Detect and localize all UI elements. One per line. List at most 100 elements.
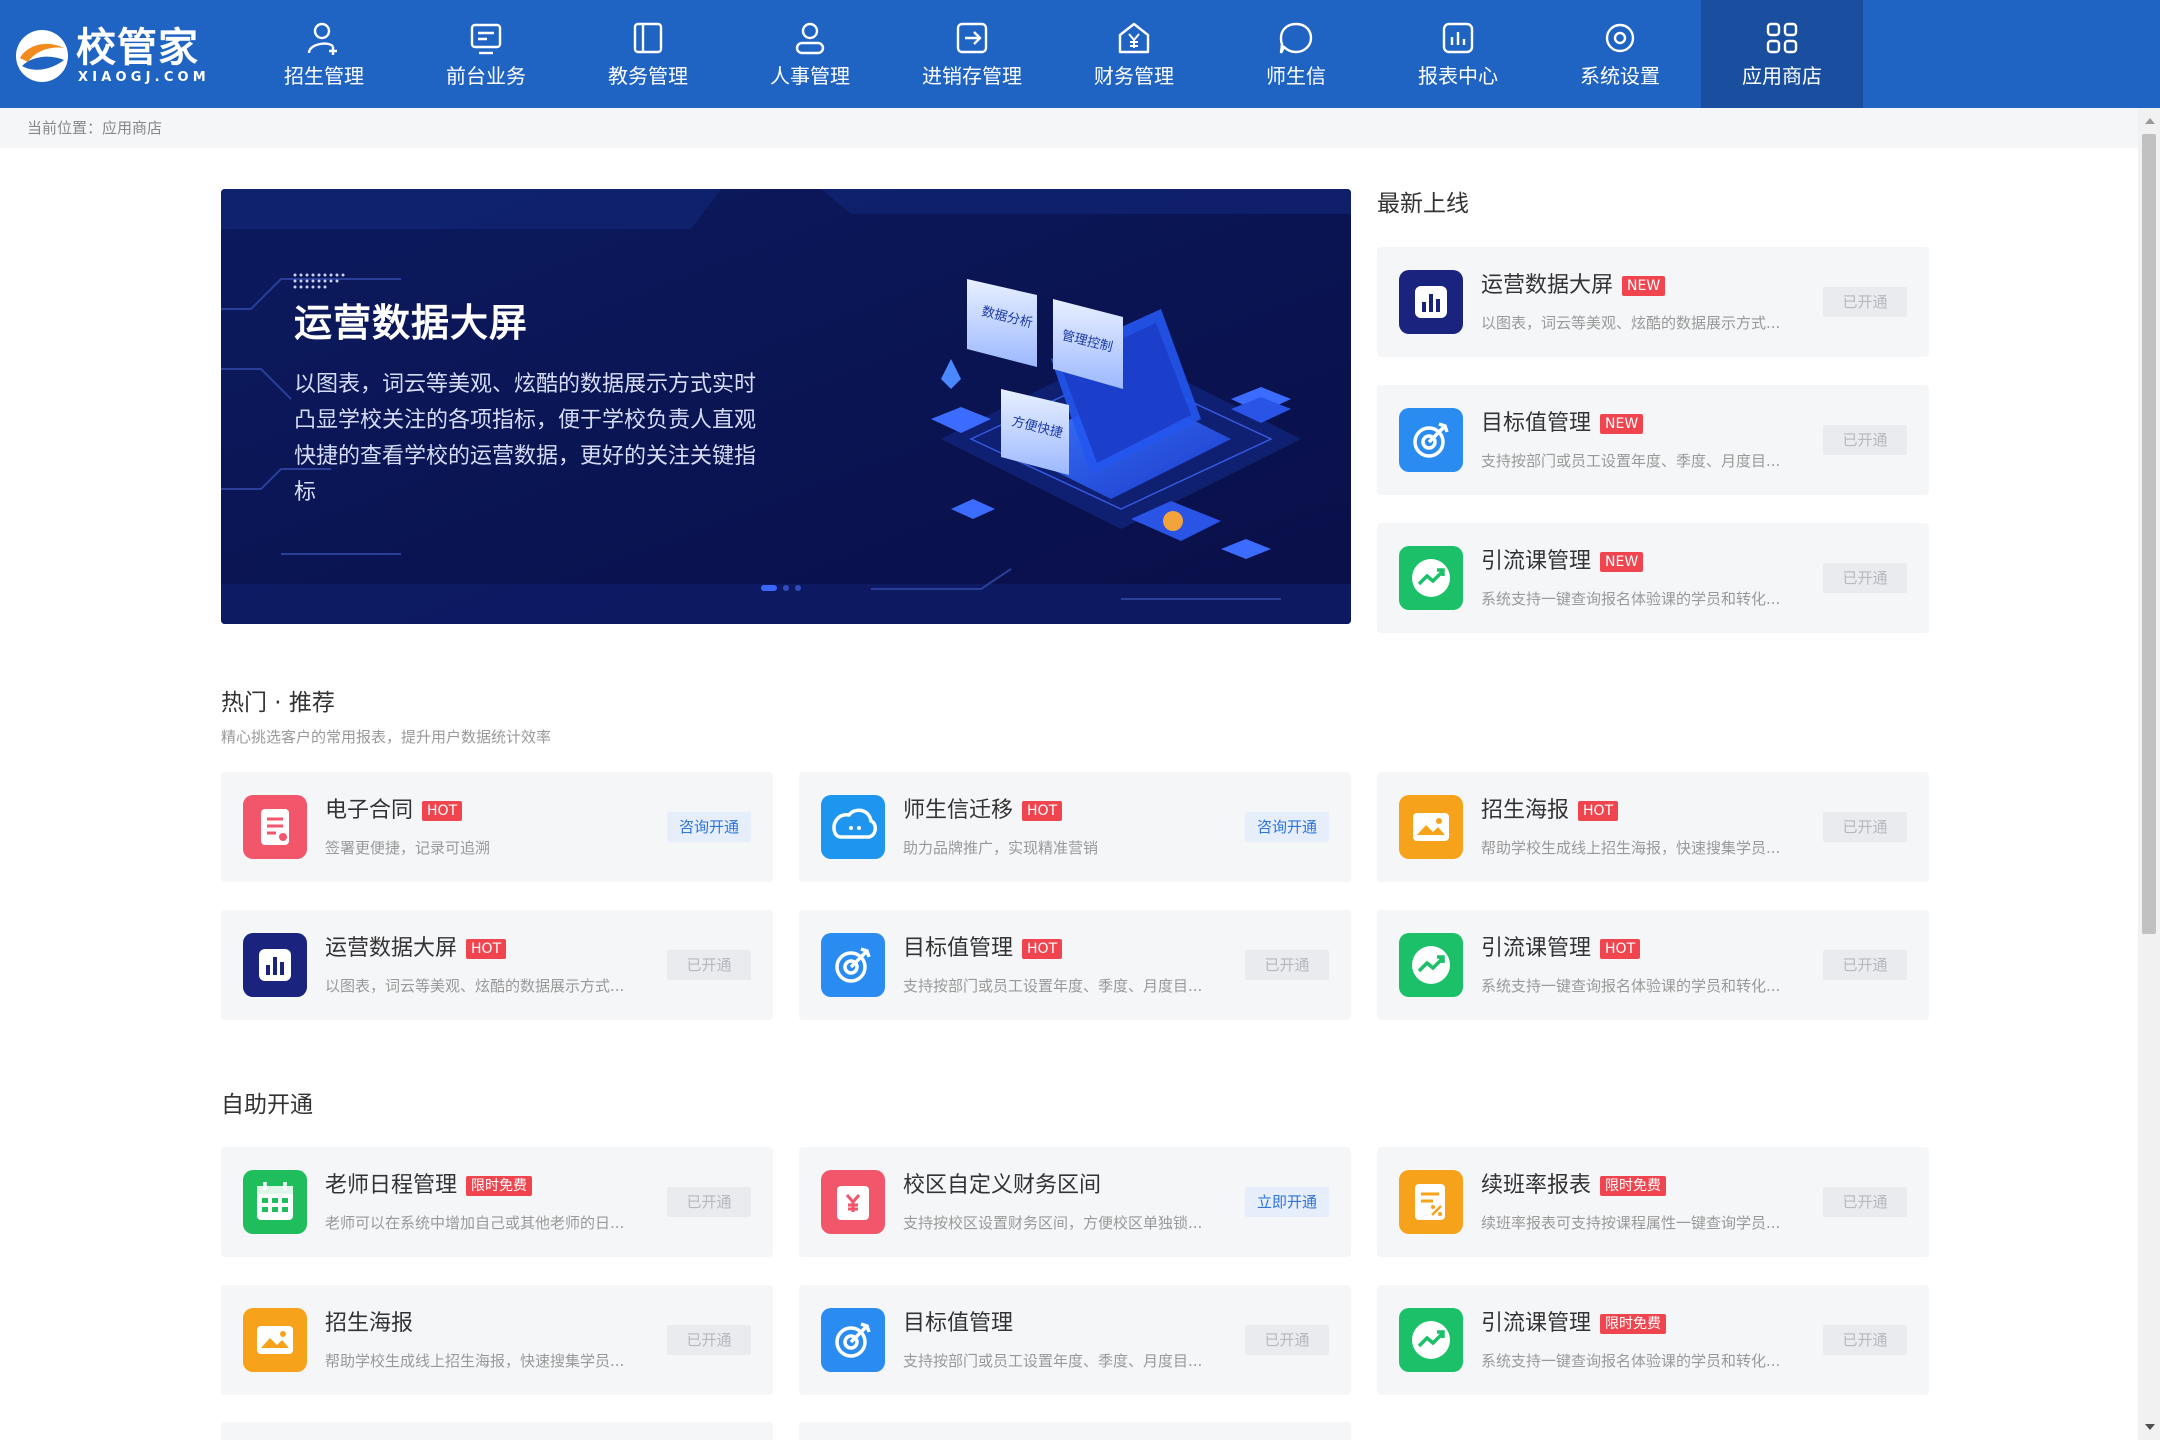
app-title: 运营数据大屏 [325,936,458,961]
nav-item-person[interactable]: 人事管理 [729,0,891,108]
app-action-button[interactable]: 已开通 [1823,287,1907,317]
nav-item-book[interactable]: 教务管理 [567,0,729,108]
app-title-row: 目标值管理 [903,1309,1013,1339]
app-title: 引流课管理 [1481,1311,1592,1336]
app-tag: HOT [1578,801,1619,821]
trend-icon [1399,1308,1463,1372]
app-card[interactable]: 运营数据大屏 NEW 以图表，词云等美观、炫酷的数据展示方式... 已开通 [1377,247,1929,357]
app-card[interactable]: 老师日程管理 限时免费 老师可以在系统中增加自己或其他老师的日... 已开通 [221,1147,773,1257]
app-card[interactable]: 引流课管理 NEW 系统支持一键查询报名体验课的学员和转化... 已开通 [1377,523,1929,633]
scroll-up-arrow-icon[interactable] [2145,118,2155,124]
app-action-button[interactable]: 已开通 [667,1325,751,1355]
app-card-partial[interactable] [221,1422,773,1440]
app-card[interactable]: 运营数据大屏 HOT 以图表，词云等美观、炫酷的数据展示方式... 已开通 [221,910,773,1020]
app-icon [1399,1170,1463,1234]
scroll-thumb[interactable] [2142,134,2156,934]
app-action-button[interactable]: 已开通 [1245,950,1329,980]
app-card-partial[interactable] [799,1422,1351,1440]
brand-logo[interactable]: 校管家 XIAOGJ.COM [14,24,214,88]
percent-report-icon [1399,1170,1463,1234]
app-title-row: 引流课管理 HOT [1481,934,1641,964]
target-icon [1399,408,1463,472]
app-title: 校区自定义财务区间 [903,1173,1102,1198]
app-tag: 限时免费 [1600,1176,1667,1196]
app-icon [1399,408,1463,472]
featured-banner[interactable]: 运营数据大屏 以图表，词云等美观、炫酷的数据展示方式实时凸显学校关注的各项指标，… [221,189,1351,624]
app-card[interactable]: 电子合同 HOT 签署更便捷，记录可追溯 咨询开通 [221,772,773,882]
app-card[interactable]: 师生信迁移 HOT 助力品牌推广，实现精准营销 咨询开通 [799,772,1351,882]
app-action-button[interactable]: 已开通 [1823,425,1907,455]
nav-item-yuan-house[interactable]: 财务管理 [1053,0,1215,108]
banner-page-dot[interactable] [761,585,777,591]
app-card[interactable]: 招生海报 帮助学校生成线上招生海报，快速搜集学员... 已开通 [221,1285,773,1395]
app-tag: 限时免费 [466,1176,533,1196]
app-tag: NEW [1600,414,1644,434]
app-card[interactable]: 目标值管理 NEW 支持按部门或员工设置年度、季度、月度目... 已开通 [1377,385,1929,495]
nav-item-monitor[interactable]: 前台业务 [405,0,567,108]
app-action-button[interactable]: 已开通 [1823,1325,1907,1355]
app-title-row: 续班率报表 限时免费 [1481,1171,1667,1201]
app-card[interactable]: 校区自定义财务区间 支持按校区设置财务区间，方便校区单独锁... 立即开通 [799,1147,1351,1257]
trend-icon [1399,546,1463,610]
app-action-button[interactable]: 已开通 [1823,950,1907,980]
inventory-icon [953,19,991,57]
app-card[interactable]: 目标值管理 HOT 支持按部门或员工设置年度、季度、月度目... 已开通 [799,910,1351,1020]
app-tag: NEW [1622,276,1666,296]
nav-item-app-grid[interactable]: 应用商店 [1701,0,1863,108]
app-icon [1399,270,1463,334]
nav-item-user-plus[interactable]: 招生管理 [243,0,405,108]
app-card[interactable]: 引流课管理 限时免费 系统支持一键查询报名体验课的学员和转化... 已开通 [1377,1285,1929,1395]
app-title-row: 目标值管理 HOT [903,934,1063,964]
book-icon [629,19,667,57]
user-plus-icon [305,19,343,57]
app-action-button[interactable]: 立即开通 [1245,1187,1329,1217]
app-title: 目标值管理 [1481,411,1592,436]
top-navigation-bar: 校管家 XIAOGJ.COM 招生管理 前台业务 教务管理 人事管理 进销存管理 财务管理… [0,0,2160,108]
app-action-button[interactable]: 咨询开通 [1245,812,1329,842]
banner-page-dot[interactable] [795,585,801,591]
app-action-button[interactable]: 咨询开通 [667,812,751,842]
nav-item-label: 财务管理 [1094,64,1174,88]
logo-mark-icon [16,30,68,82]
nav-item-settings[interactable]: 系统设置 [1539,0,1701,108]
app-description: 支持按部门或员工设置年度、季度、月度目... [1481,452,1781,470]
nav-item-inventory[interactable]: 进销存管理 [891,0,1053,108]
app-icon [1399,933,1463,997]
message-cloud-icon [821,795,885,859]
nav-item-chat[interactable]: 师生信 [1215,0,1377,108]
banner-page-dot[interactable] [783,585,789,591]
app-icon [1399,795,1463,859]
app-card[interactable]: 目标值管理 支持按部门或员工设置年度、季度、月度目... 已开通 [799,1285,1351,1395]
app-action-button[interactable]: 已开通 [1823,563,1907,593]
nav-item-label: 招生管理 [284,64,364,88]
app-action-button[interactable]: 已开通 [667,1187,751,1217]
app-action-button[interactable]: 已开通 [1823,1187,1907,1217]
app-icon [821,1308,885,1372]
app-grid-icon [1763,19,1801,57]
app-title: 电子合同 [325,798,414,823]
app-action-button[interactable]: 已开通 [667,950,751,980]
app-title-row: 校区自定义财务区间 [903,1171,1101,1201]
breadcrumb: 当前位置：应用商店 [0,108,2138,148]
poster-icon [243,1308,307,1372]
app-card[interactable]: 招生海报 HOT 帮助学校生成线上招生海报，快速搜集学员... 已开通 [1377,772,1929,882]
app-card[interactable]: 续班率报表 限时免费续班率报表可支持按课程属性一键查询学员... 已开通 [1377,1147,1929,1257]
app-description: 续班率报表可支持按课程属性一键查询学员... [1481,1214,1781,1232]
app-description: 以图表，词云等美观、炫酷的数据展示方式... [1481,314,1781,332]
calendar-icon [243,1170,307,1234]
settings-icon [1601,19,1639,57]
app-title-row: 招生海报 [325,1309,413,1339]
poster-icon [1399,795,1463,859]
scroll-down-arrow-icon[interactable] [2145,1424,2155,1430]
target-icon [821,933,885,997]
app-card[interactable]: 引流课管理 HOT 系统支持一键查询报名体验课的学员和转化... 已开通 [1377,910,1929,1020]
nav-item-report[interactable]: 报表中心 [1377,0,1539,108]
target-icon [821,1308,885,1372]
yuan-house-icon [1115,19,1153,57]
page-scrollbar[interactable] [2138,108,2160,1440]
app-action-button[interactable]: 已开通 [1245,1325,1329,1355]
bar-chart-icon [243,933,307,997]
app-icon [243,1170,307,1234]
app-title-row: 师生信迁移 HOT [903,796,1063,826]
app-action-button[interactable]: 已开通 [1823,812,1907,842]
